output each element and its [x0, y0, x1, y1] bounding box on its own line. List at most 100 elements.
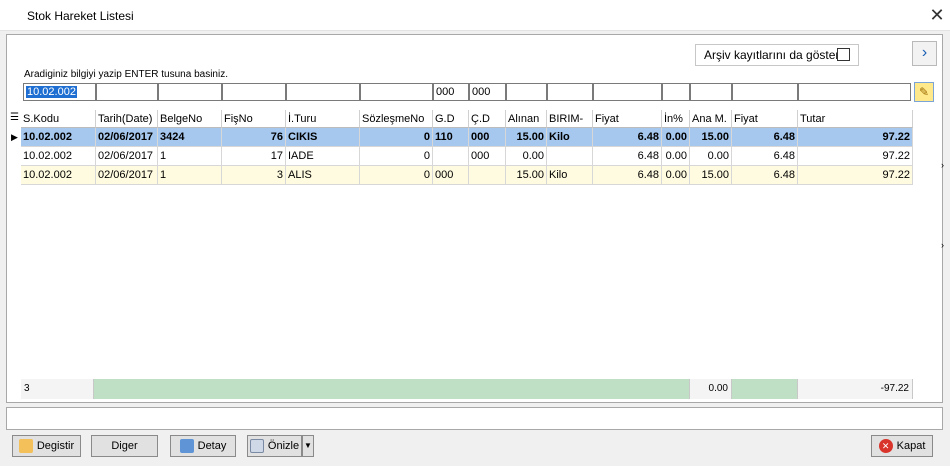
table-cell[interactable]: 0.00	[662, 128, 690, 147]
table-cell[interactable]: 000	[469, 128, 506, 147]
table-cell[interactable]: 02/06/2017	[96, 128, 158, 147]
header-cd[interactable]: Ç.D	[469, 110, 506, 128]
status-panel	[6, 407, 943, 430]
table-cell[interactable]	[547, 147, 593, 166]
close-icon[interactable]: ✕	[924, 2, 950, 28]
table-cell[interactable]: 02/06/2017	[96, 147, 158, 166]
table-cell[interactable]: Kilo	[547, 128, 593, 147]
table-cell[interactable]: 10.02.002	[21, 128, 96, 147]
header-fisno[interactable]: FişNo	[222, 110, 286, 128]
header-fiyat[interactable]: Fiyat	[593, 110, 662, 128]
header-tutar[interactable]: Tutar	[798, 110, 913, 128]
footer-count: 3	[21, 379, 94, 399]
table-cell[interactable]: CIKIS	[286, 128, 360, 147]
table-cell[interactable]: 6.48	[593, 166, 662, 185]
column-menu-icon[interactable]: ☰	[10, 112, 19, 123]
filter-sozlesmeno[interactable]	[360, 83, 433, 101]
table-cell[interactable]: 1	[158, 147, 222, 166]
header-in[interactable]: İn%	[662, 110, 690, 128]
table-cell[interactable]: 0.00	[662, 166, 690, 185]
table-cell[interactable]: 0.00	[662, 147, 690, 166]
detay-button[interactable]: Detay	[170, 435, 236, 457]
table-cell[interactable]: 1	[158, 166, 222, 185]
table-cell[interactable]: 0.00	[690, 147, 732, 166]
table-cell[interactable]: 6.48	[732, 147, 798, 166]
kapat-button[interactable]: ✕ Kapat	[871, 435, 933, 457]
search-hint: Aradiginiz bilgiyi yazip ENTER tusuna ba…	[24, 69, 228, 80]
table-cell[interactable]: 76	[222, 128, 286, 147]
header-gd[interactable]: G.D	[433, 110, 469, 128]
row-indicator-icon: ▶	[11, 132, 18, 142]
header-belgeno[interactable]: BelgeNo	[158, 110, 222, 128]
table-cell[interactable]: Kilo	[547, 166, 593, 185]
footer-band	[94, 379, 690, 399]
filter-belgeno[interactable]	[158, 83, 222, 101]
preview-icon	[249, 439, 264, 454]
table-cell[interactable]: ALIS	[286, 166, 360, 185]
table-cell[interactable]: 6.48	[732, 166, 798, 185]
filter-cd[interactable]: 000	[469, 83, 506, 101]
archive-checkbox[interactable]	[837, 48, 850, 61]
header-fiyat2[interactable]: Fiyat	[732, 110, 798, 128]
table-cell[interactable]: 15.00	[690, 166, 732, 185]
table-cell[interactable]: 15.00	[690, 128, 732, 147]
header-tarih[interactable]: Tarih(Date)	[96, 110, 158, 128]
header-birim[interactable]: BIRIM-	[547, 110, 593, 128]
table-cell[interactable]: 0	[360, 128, 433, 147]
table-cell[interactable]	[433, 147, 469, 166]
table-cell[interactable]: 17	[222, 147, 286, 166]
table-cell[interactable]: 110	[433, 128, 469, 147]
filter-anam[interactable]	[690, 83, 732, 101]
filter-fiyat2[interactable]	[732, 83, 798, 101]
table-cell[interactable]: 0	[360, 166, 433, 185]
header-anam[interactable]: Ana M.	[690, 110, 732, 128]
filter-alinan[interactable]	[506, 83, 547, 101]
scroll-arrows[interactable]: › ›	[941, 160, 950, 280]
header-alinan[interactable]: Alınan	[506, 110, 547, 128]
archive-label: Arşiv kayıtlarını da göster	[704, 48, 840, 62]
edit-icon	[18, 439, 33, 454]
table-cell[interactable]: 10.02.002	[21, 147, 96, 166]
table-cell[interactable]: 97.22	[798, 166, 913, 185]
table-cell[interactable]: 0	[360, 147, 433, 166]
table-cell[interactable]: 6.48	[593, 147, 662, 166]
table-cell[interactable]: 000	[469, 147, 506, 166]
degistir-button[interactable]: Degistir	[12, 435, 81, 457]
table-cell[interactable]: 6.48	[593, 128, 662, 147]
header-ituru[interactable]: İ.Turu	[286, 110, 360, 128]
filter-gd[interactable]: 000	[433, 83, 469, 101]
title-bar	[0, 0, 950, 31]
onizle-dropdown-icon[interactable]: ▼	[302, 435, 314, 457]
close-circle-icon: ✕	[878, 439, 893, 454]
filter-fisno[interactable]	[222, 83, 286, 101]
filter-tutar[interactable]	[798, 83, 911, 101]
table-cell[interactable]: 3424	[158, 128, 222, 147]
table-cell[interactable]: 97.22	[798, 128, 913, 147]
filter-search-icon[interactable]: ✎	[914, 82, 934, 102]
next-arrow-button[interactable]: ›	[912, 41, 937, 66]
footer-ana-total: 0.00	[690, 379, 732, 399]
filter-tarih[interactable]	[96, 83, 158, 101]
table-cell[interactable]: IADE	[286, 147, 360, 166]
table-cell[interactable]	[469, 166, 506, 185]
table-cell[interactable]: 3	[222, 166, 286, 185]
table-cell[interactable]: 10.02.002	[21, 166, 96, 185]
table-cell[interactable]: 02/06/2017	[96, 166, 158, 185]
filter-ituru[interactable]	[286, 83, 360, 101]
footer-band-2	[732, 379, 798, 399]
table-cell[interactable]: 15.00	[506, 128, 547, 147]
header-sozlesmeno[interactable]: SözleşmeNo	[360, 110, 433, 128]
footer-tutar-total: -97.22	[798, 379, 913, 399]
table-cell[interactable]: 000	[433, 166, 469, 185]
table-cell[interactable]: 97.22	[798, 147, 913, 166]
filter-skodu[interactable]: 10.02.002	[23, 83, 96, 101]
filter-fiyat[interactable]	[593, 83, 662, 101]
diger-button[interactable]: Diger	[91, 435, 158, 457]
table-cell[interactable]: 0.00	[506, 147, 547, 166]
filter-in[interactable]	[662, 83, 690, 101]
table-cell[interactable]: 6.48	[732, 128, 798, 147]
onizle-button[interactable]: Önizle	[247, 435, 302, 457]
table-cell[interactable]: 15.00	[506, 166, 547, 185]
filter-birim[interactable]	[547, 83, 593, 101]
header-skodu[interactable]: S.Kodu	[21, 110, 96, 128]
